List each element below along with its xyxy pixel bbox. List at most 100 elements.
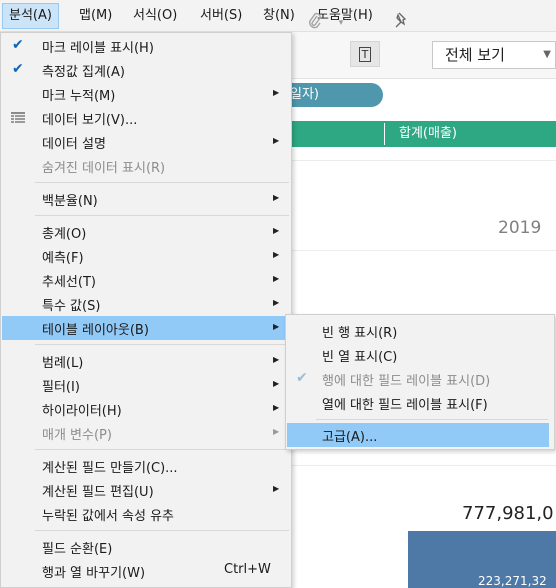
text-label-button[interactable]: T [350, 41, 380, 67]
menu-item-label: 백분율(N) [42, 194, 98, 209]
pin-icon[interactable] [390, 12, 412, 34]
submenu-arrow-icon: ▶ [273, 274, 280, 283]
submenu-arrow-icon: ▶ [273, 484, 280, 493]
submenu-arrow-icon: ▶ [273, 298, 280, 307]
menu-item-totals[interactable]: 총계(O) ▶ [2, 220, 290, 244]
view-fit-value: 전체 보기 [445, 46, 505, 64]
submenu-arrow-icon: ▶ [273, 427, 280, 436]
view-fit-select[interactable]: 전체 보기 ▼ [432, 41, 556, 69]
submenu-arrow-icon: ▶ [273, 355, 280, 364]
menu-item-swap-rows-columns[interactable]: 행과 열 바꾸기(W) Ctrl+W [2, 559, 290, 583]
menu-item-infer-properties[interactable]: 누락된 값에서 속성 유추 [2, 502, 290, 526]
submenu-item-row-field-labels: ✔ 행에 대한 필드 레이블 표시(D) [287, 367, 549, 391]
menu-separator [35, 215, 289, 216]
submenu-item-label: 빈 행 표시(R) [322, 326, 398, 341]
menu-separator [316, 419, 548, 420]
menu-item-label: 누락된 값에서 속성 유추 [42, 509, 174, 524]
menu-item-label: 하이라이터(H) [42, 404, 122, 419]
dropdown-caret-icon[interactable]: ▾ [330, 12, 352, 34]
submenu-item-show-empty-rows[interactable]: 빈 행 표시(R) [287, 319, 549, 343]
menu-item-parameters: 매개 변수(P) ▶ [2, 421, 290, 445]
submenu-arrow-icon: ▶ [273, 403, 280, 412]
menu-item-label: 필드 순환(E) [42, 542, 113, 557]
submenu-item-show-empty-columns[interactable]: 빈 열 표시(C) [287, 343, 549, 367]
data-grid-icon [11, 112, 25, 123]
menu-item-label: 측정값 집계(A) [42, 65, 125, 80]
divider [292, 250, 556, 251]
check-icon: ✔ [296, 370, 308, 386]
menu-item-percentage[interactable]: 백분율(N) ▶ [2, 187, 290, 211]
menu-item-label: 매개 변수(P) [42, 428, 112, 443]
menu-item-view-data[interactable]: 데이터 보기(V)... [2, 106, 290, 130]
menu-item-label: 마크 레이블 표시(H) [42, 41, 154, 56]
menu-item-aggregate-measures[interactable]: ✔ 측정값 집계(A) [2, 58, 290, 82]
submenu-arrow-icon: ▶ [273, 379, 280, 388]
menu-item-reveal-hidden-data: 숨겨진 데이터 표시(R) [2, 154, 290, 178]
menu-item-label: 범례(L) [42, 356, 84, 371]
paperclip-icon[interactable] [304, 12, 326, 34]
menu-item-stack-marks[interactable]: 마크 누적(M) ▶ [2, 82, 290, 106]
submenu-item-label: 빈 열 표시(C) [322, 350, 398, 365]
menu-item-describe-data[interactable]: 데이터 설명 ▶ [2, 130, 290, 154]
check-icon: ✔ [12, 37, 24, 53]
menu-item-highlighters[interactable]: 하이라이터(H) ▶ [2, 397, 290, 421]
text-label-icon: T [358, 47, 372, 62]
menu-item-label: 추세선(T) [42, 275, 96, 290]
submenu-arrow-icon: ▶ [273, 88, 280, 97]
menu-item-edit-calculated-field[interactable]: 계산된 필드 편집(U) ▶ [2, 478, 290, 502]
menu-item-special-values[interactable]: 특수 값(S) ▶ [2, 292, 290, 316]
menu-bar: 분석(A) 맵(M) 서식(O) 서버(S) 창(N) 도움말(H) [0, 0, 556, 32]
menubar-item-server[interactable]: 서버(S) [194, 3, 248, 29]
menu-item-label: 계산된 필드 편집(U) [42, 485, 154, 500]
menu-item-label: 계산된 필드 만들기(C)... [42, 461, 178, 476]
menu-item-table-layout[interactable]: 테이블 레이아웃(B) ▶ [2, 316, 290, 340]
column-header-bar: 합계(매출) [292, 121, 556, 147]
menubar-item-map[interactable]: 맵(M) [73, 3, 118, 29]
menu-item-label: 테이블 레이아웃(B) [42, 323, 149, 338]
submenu-item-label: 고급(A)... [322, 430, 378, 445]
menu-item-cycle-fields[interactable]: 필드 순환(E) [2, 535, 290, 559]
menubar-item-window[interactable]: 창(N) [257, 3, 301, 29]
submenu-arrow-icon: ▶ [273, 226, 280, 235]
menu-item-label: 예측(F) [42, 251, 84, 266]
menu-item-legends[interactable]: 범례(L) ▶ [2, 349, 290, 373]
total-value-label: 777,981,0 [462, 503, 554, 524]
menu-item-show-mark-labels[interactable]: ✔ 마크 레이블 표시(H) [2, 34, 290, 58]
menu-item-label: 숨겨진 데이터 표시(R) [42, 161, 166, 176]
menu-separator [35, 530, 289, 531]
year-header: 2019 [498, 218, 542, 238]
submenu-item-label: 행에 대한 필드 레이블 표시(D) [322, 374, 491, 389]
menu-separator [35, 449, 289, 450]
menu-item-label: 데이터 보기(V)... [42, 113, 138, 128]
menu-separator [35, 182, 289, 183]
menu-item-label: 마크 누적(M) [42, 89, 116, 104]
menu-item-trend-lines[interactable]: 추세선(T) ▶ [2, 268, 290, 292]
menu-item-label: 총계(O) [42, 227, 87, 242]
submenu-arrow-icon: ▶ [273, 322, 280, 331]
menu-item-create-calculated-field[interactable]: 계산된 필드 만들기(C)... [2, 454, 290, 478]
submenu-item-label: 열에 대한 필드 레이블 표시(F) [322, 398, 488, 413]
submenu-item-column-field-labels[interactable]: 열에 대한 필드 레이블 표시(F) [287, 391, 549, 415]
menu-item-label: 데이터 설명 [42, 137, 106, 152]
menu-item-label: 행과 열 바꾸기(W) [42, 566, 146, 581]
table-layout-submenu: 빈 행 표시(R) 빈 열 표시(C) ✔ 행에 대한 필드 레이블 표시(D)… [285, 314, 555, 450]
check-icon: ✔ [12, 61, 24, 77]
column-header-cell[interactable]: 합계(매출) [384, 123, 555, 145]
submenu-arrow-icon: ▶ [273, 193, 280, 202]
submenu-item-advanced[interactable]: 고급(A)... [287, 423, 549, 447]
menu-item-label: 필터(I) [42, 380, 80, 395]
menubar-item-format[interactable]: 서식(O) [127, 3, 183, 29]
menu-separator [35, 344, 289, 345]
submenu-arrow-icon: ▶ [273, 250, 280, 259]
chevron-down-icon: ▼ [543, 49, 551, 60]
menu-item-label: 특수 값(S) [42, 299, 101, 314]
divider [292, 160, 556, 161]
submenu-arrow-icon: ▶ [273, 136, 280, 145]
bar-value-label: 223,271,32 [478, 574, 547, 588]
analysis-menu: ✔ 마크 레이블 표시(H) ✔ 측정값 집계(A) 마크 누적(M) ▶ 데이… [0, 32, 292, 588]
menubar-item-analysis[interactable]: 분석(A) [2, 3, 59, 29]
shortcut-label: Ctrl+W [224, 562, 271, 577]
menu-item-filters[interactable]: 필터(I) ▶ [2, 373, 290, 397]
menu-item-forecast[interactable]: 예측(F) ▶ [2, 244, 290, 268]
divider [292, 465, 556, 466]
